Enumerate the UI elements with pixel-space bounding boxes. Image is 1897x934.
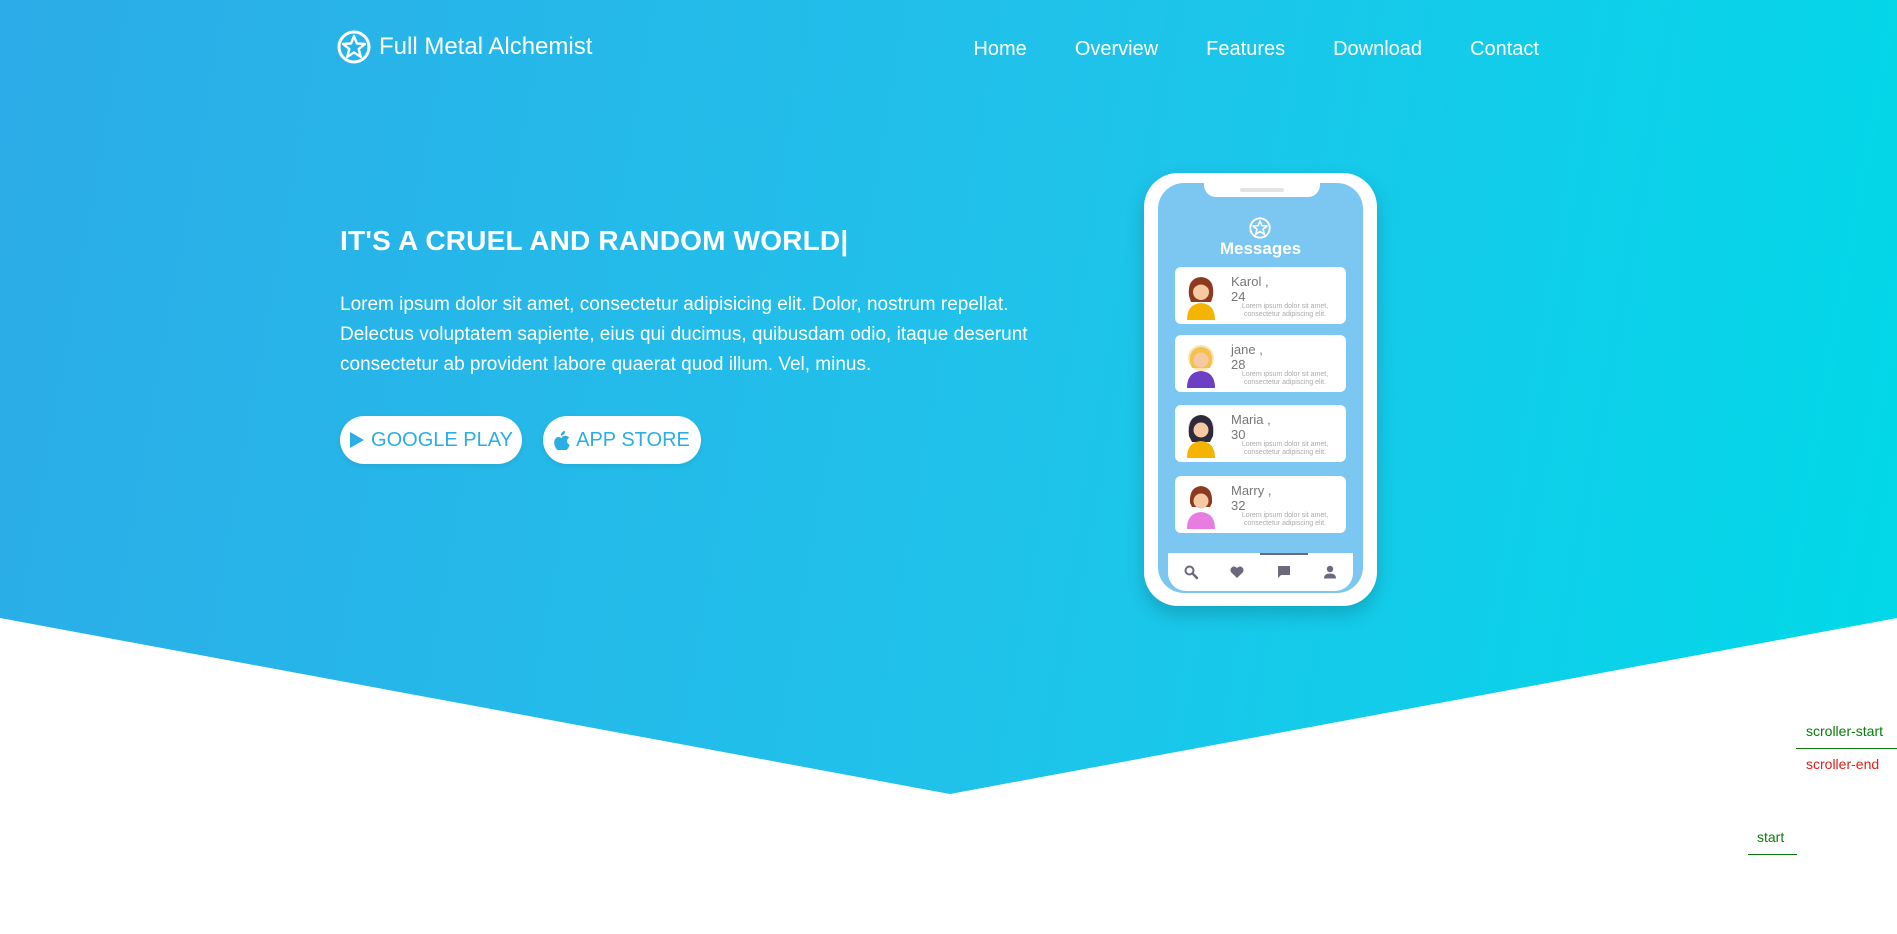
- message-card[interactable]: Karol , 24 Lorem ipsum dolor sit amet, co…: [1175, 267, 1346, 324]
- brand-name: Full Metal Alchemist: [379, 33, 593, 60]
- nav-features[interactable]: Features: [1206, 38, 1285, 61]
- star-circle-icon: [337, 30, 371, 64]
- avatar: [1187, 345, 1215, 388]
- tab-indicator: [1260, 553, 1308, 555]
- brand[interactable]: Full Metal Alchemist: [337, 30, 592, 64]
- play-icon: [350, 432, 365, 448]
- nav-download[interactable]: Download: [1333, 38, 1422, 61]
- main-nav: Home Overview Features Download Contact: [925, 38, 1539, 61]
- nav-overview[interactable]: Overview: [1075, 38, 1158, 61]
- chat-icon[interactable]: [1276, 564, 1292, 580]
- message-preview: Lorem ipsum dolor sit amet, consectetur …: [1241, 512, 1329, 527]
- avatar: [1187, 277, 1215, 320]
- person-icon[interactable]: [1322, 564, 1338, 580]
- message-sender: Marry , 32: [1231, 483, 1272, 513]
- scroller-start-line: [1796, 748, 1897, 749]
- messages-title: Messages: [1219, 239, 1302, 258]
- message-sender: Karol , 24: [1231, 274, 1269, 304]
- message-sender: Maria , 30: [1231, 412, 1271, 442]
- avatar: [1187, 486, 1215, 529]
- phone-notch: [1204, 183, 1320, 197]
- hero-lead: Lorem ipsum dolor sit amet, consectetur …: [340, 294, 1028, 375]
- message-card[interactable]: Maria , 30 Lorem ipsum dolor sit amet, co…: [1175, 405, 1346, 462]
- start-line: [1748, 854, 1797, 855]
- app-store-button[interactable]: APP STORE: [543, 416, 701, 464]
- message-card[interactable]: Marry , 32 Lorem ipsum dolor sit amet, co…: [1175, 476, 1346, 533]
- apple-icon: [554, 430, 570, 450]
- google-play-label: GOOGLE PLAY: [371, 428, 513, 451]
- scroller-start-marker: scroller-start: [1806, 723, 1884, 739]
- start-marker: start: [1757, 829, 1785, 845]
- scroller-end-marker: scroller-end: [1806, 756, 1880, 772]
- phone-tab-bar: [1168, 553, 1353, 591]
- nav-contact[interactable]: Contact: [1470, 38, 1539, 61]
- heart-icon[interactable]: [1229, 564, 1245, 580]
- avatar: [1187, 415, 1215, 458]
- message-card[interactable]: jane , 28 Lorem ipsum dolor sit amet, con…: [1175, 335, 1346, 392]
- phone-screen: Messages Karol , 24 Lorem ipsum dolor sit…: [1158, 183, 1363, 593]
- message-preview: Lorem ipsum dolor sit amet, consectetur …: [1241, 441, 1329, 456]
- phone-mockup: Messages Karol , 24 Lorem ipsum dolor sit…: [1144, 173, 1377, 606]
- google-play-button[interactable]: GOOGLE PLAY: [340, 416, 522, 464]
- search-icon[interactable]: [1183, 564, 1199, 580]
- message-preview: Lorem ipsum dolor sit amet, consectetur …: [1241, 371, 1329, 386]
- hero-background: [0, 0, 1897, 794]
- nav-home[interactable]: Home: [973, 38, 1026, 61]
- star-circle-icon: [1249, 217, 1271, 239]
- message-sender: jane , 28: [1231, 342, 1263, 372]
- app-store-label: APP STORE: [576, 428, 690, 451]
- message-preview: Lorem ipsum dolor sit amet, consectetur …: [1241, 303, 1329, 318]
- hero-headline: IT'S A CRUEL AND RANDOM WORLD|: [340, 225, 849, 256]
